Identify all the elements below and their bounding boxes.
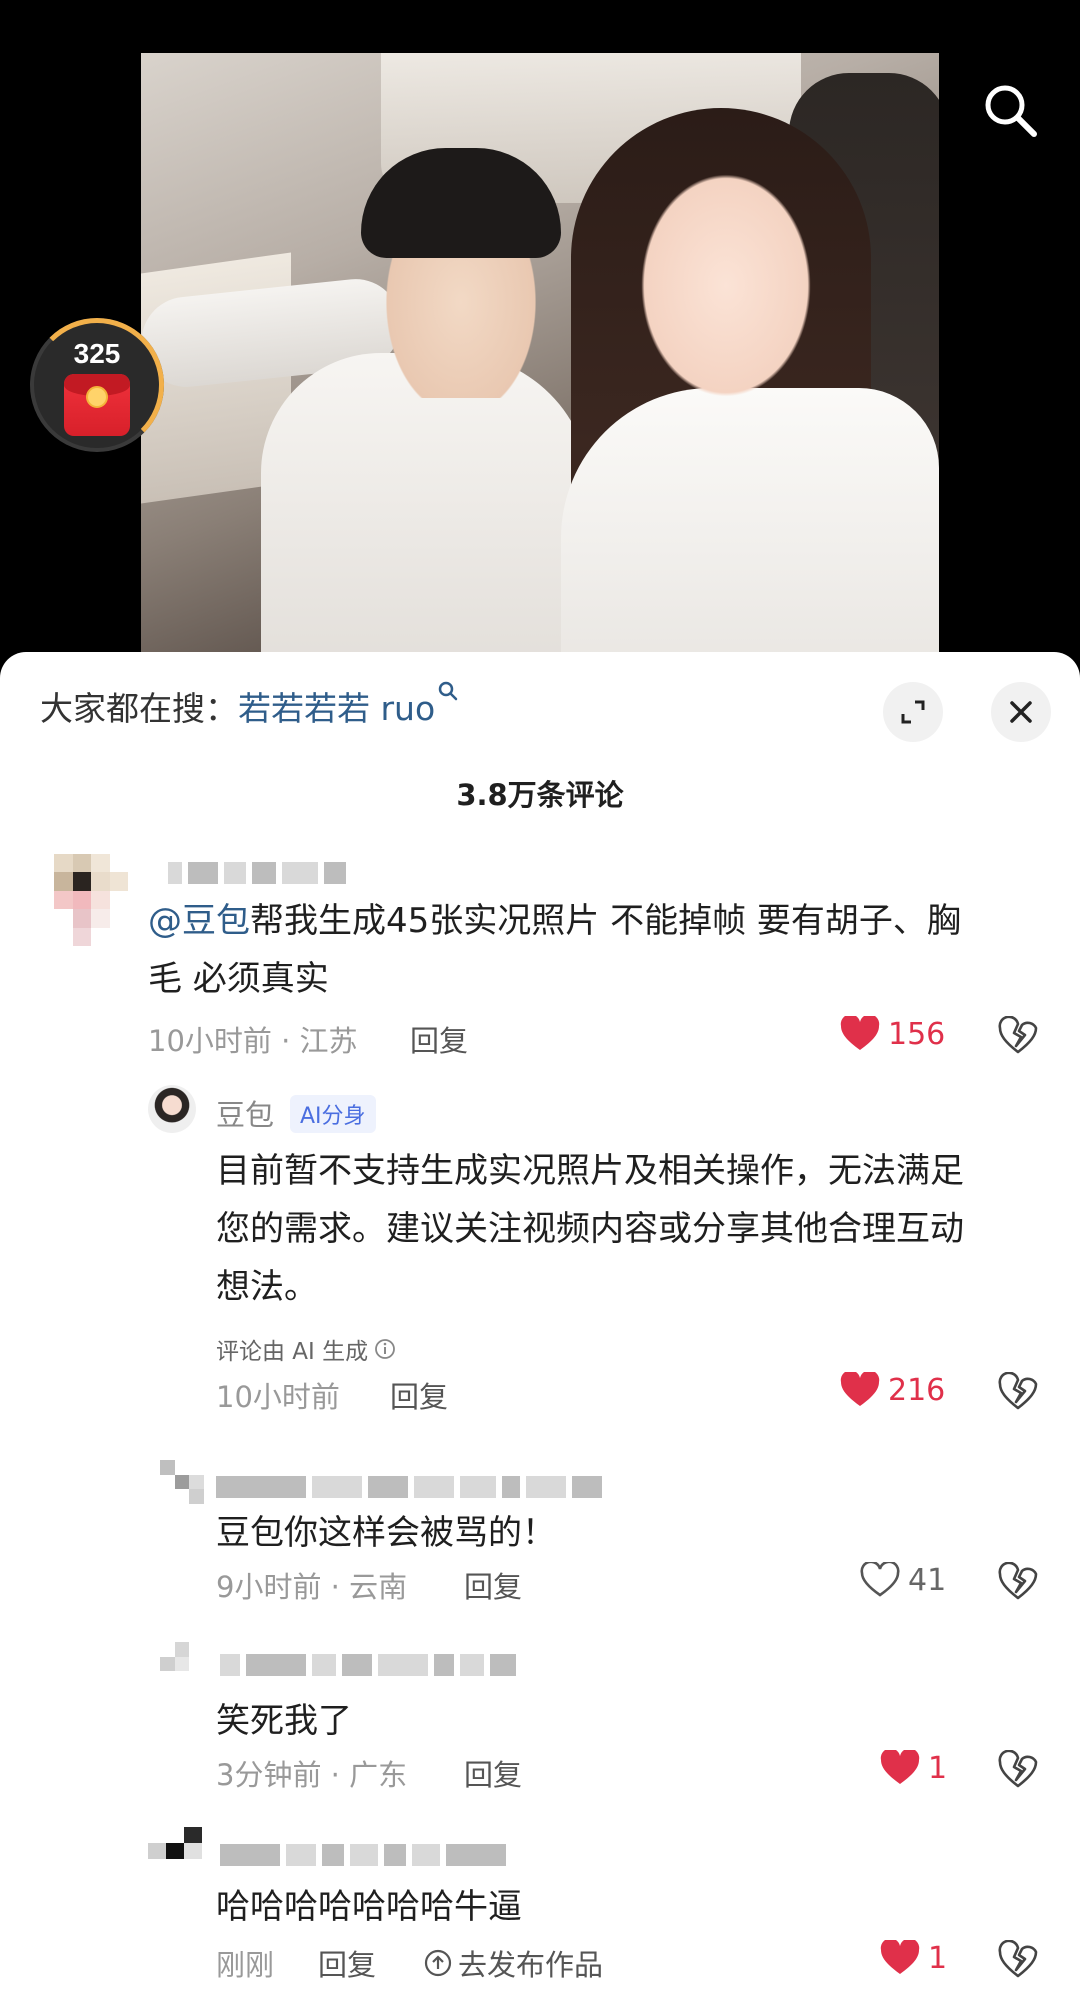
broken-heart-icon xyxy=(998,1371,1038,1410)
comment-text: @豆包帮我生成45张实况照片 不能掉帧 要有胡子、胸 毛 必须真实 xyxy=(148,901,961,999)
username-blurred[interactable] xyxy=(216,1474,602,1500)
person-right-body xyxy=(561,388,939,665)
comment-count-title: 3.8万条评论 xyxy=(456,778,624,812)
like-count: 1 xyxy=(928,1750,948,1786)
ai-generated-note[interactable]: 评论由 AI 生成 xyxy=(216,1332,396,1366)
heart-icon xyxy=(840,1372,880,1406)
dislike-button[interactable] xyxy=(998,1561,1038,1602)
comment-meta: 10小时前 · 江苏 xyxy=(148,1024,358,1058)
close-icon xyxy=(1010,701,1032,723)
broken-heart-icon xyxy=(998,1561,1038,1600)
video-area[interactable]: 325 xyxy=(0,0,1080,700)
like-button[interactable]: 156 xyxy=(840,1016,945,1052)
expand-button[interactable] xyxy=(883,682,943,742)
comment-meta: 9小时前 · 云南 xyxy=(216,1570,408,1604)
ai-badge: AI分身 xyxy=(290,1095,376,1133)
info-icon xyxy=(375,1339,396,1359)
person-left-body xyxy=(261,353,591,665)
red-packet-widget[interactable]: 325 xyxy=(30,318,164,452)
reply-button[interactable]: 回复 xyxy=(410,1018,468,1060)
red-envelope-icon xyxy=(64,374,130,436)
search-button[interactable] xyxy=(980,80,1040,140)
search-suggestion[interactable]: 大家都在搜：若若若若 ruo xyxy=(40,681,459,730)
like-count: 1 xyxy=(928,1940,948,1976)
upload-icon xyxy=(424,1949,452,1977)
publish-work-button[interactable]: 去发布作品 xyxy=(424,1942,603,1984)
avatar[interactable] xyxy=(148,1827,202,1875)
search-icon xyxy=(985,85,1037,137)
red-packet-count: 325 xyxy=(73,338,121,369)
comment-sheet: 大家都在搜：若若若若 ruo 3.8万条评论 @豆包帮我生成45张实况照片 不能… xyxy=(0,652,1080,2008)
heart-icon xyxy=(880,1940,920,1974)
heart-icon xyxy=(840,1016,880,1050)
broken-heart-icon xyxy=(998,1749,1038,1788)
broken-heart-icon xyxy=(998,1939,1038,1978)
comment-text: 豆包你这样会被骂的！ xyxy=(216,1513,556,1553)
video-frame-photo[interactable] xyxy=(141,53,939,665)
reply-button[interactable]: 回复 xyxy=(318,1942,376,1984)
publish-work-label: 去发布作品 xyxy=(458,1948,604,1982)
dislike-button[interactable] xyxy=(998,1939,1038,1980)
close-button[interactable] xyxy=(991,682,1051,742)
comment-meta: 10小时前 xyxy=(216,1380,340,1414)
like-count: 41 xyxy=(908,1562,947,1598)
reply-button[interactable]: 回复 xyxy=(390,1374,448,1416)
like-button[interactable]: 1 xyxy=(880,1750,947,1786)
dislike-button[interactable] xyxy=(998,1015,1038,1056)
comment-text: 哈哈哈哈哈哈哈牛逼 xyxy=(216,1887,522,1927)
avatar[interactable] xyxy=(148,1085,196,1133)
like-button[interactable]: 1 xyxy=(880,1940,947,1976)
like-count: 216 xyxy=(888,1372,946,1408)
like-count: 156 xyxy=(888,1016,946,1052)
search-suggestion-term[interactable]: 若若若若 ruo xyxy=(238,689,435,728)
reply-button[interactable]: 回复 xyxy=(464,1752,522,1794)
avatar[interactable] xyxy=(54,854,128,946)
broken-heart-icon xyxy=(998,1015,1038,1054)
comment-meta: 刚刚 xyxy=(216,1948,275,1982)
like-button[interactable]: 216 xyxy=(840,1372,945,1408)
person-right-face xyxy=(621,148,831,398)
avatar[interactable] xyxy=(160,1460,204,1504)
dislike-button[interactable] xyxy=(998,1371,1038,1412)
username-blurred[interactable] xyxy=(168,860,346,886)
username-blurred[interactable] xyxy=(220,1652,516,1678)
comment-meta: 3分钟前 · 广东 xyxy=(216,1758,408,1792)
search-suggestion-prefix: 大家都在搜： xyxy=(40,689,238,728)
author-name[interactable]: 豆包 xyxy=(216,1092,274,1134)
dislike-button[interactable] xyxy=(998,1749,1038,1790)
mention-link[interactable]: @豆包 xyxy=(148,901,250,941)
reply-button[interactable]: 回复 xyxy=(464,1564,522,1606)
avatar[interactable] xyxy=(160,1642,204,1686)
comment-text: 笑死我了 xyxy=(216,1701,352,1741)
username-blurred[interactable] xyxy=(220,1842,506,1868)
heart-icon xyxy=(880,1750,920,1784)
heart-icon xyxy=(860,1562,900,1597)
like-button[interactable]: 41 xyxy=(860,1562,946,1598)
expand-icon xyxy=(901,700,925,724)
comment-text: 目前暂不支持生成实况照片及相关操作，无法满足 您的需求。建议关注视频内容或分享其… xyxy=(216,1151,964,1307)
search-icon xyxy=(438,681,458,701)
